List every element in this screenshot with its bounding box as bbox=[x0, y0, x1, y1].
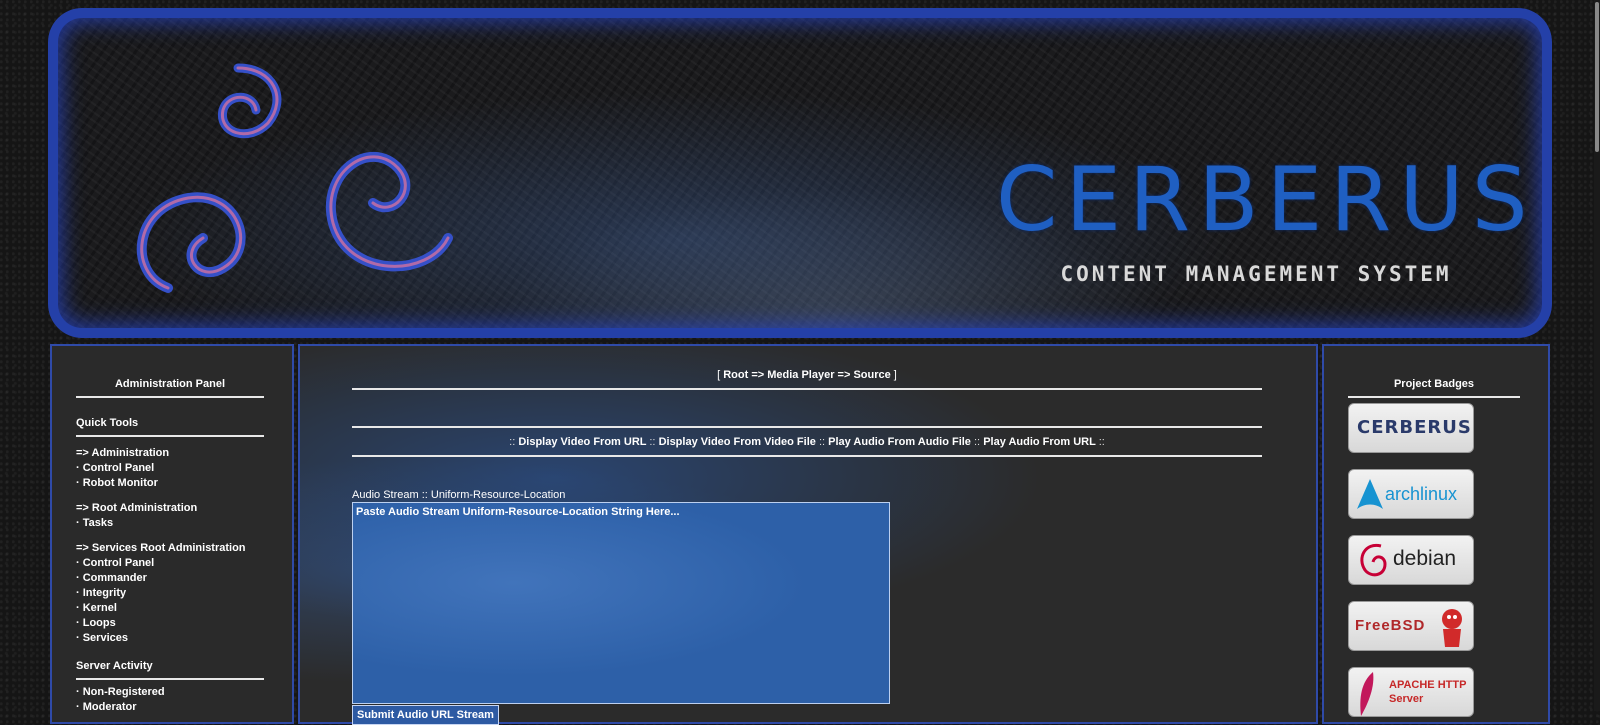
arch-logo-icon bbox=[1357, 479, 1383, 509]
main-content: [ Root => Media Player => Source ] :: Di… bbox=[298, 344, 1318, 725]
menu-services-root-administration[interactable]: => Services Root Administration bbox=[76, 541, 264, 556]
nav-display-video-file[interactable]: Display Video From Video File bbox=[659, 436, 816, 448]
admin-panel-title: Administration Panel bbox=[114, 378, 226, 390]
nav-display-video-url[interactable]: Display Video From URL bbox=[518, 436, 646, 448]
nav-play-audio-file[interactable]: Play Audio From Audio File bbox=[828, 436, 971, 448]
nav-separator: :: bbox=[509, 436, 516, 448]
breadcrumb: [ Root => Media Player => Source ] bbox=[352, 368, 1262, 382]
nav-separator: :: bbox=[1098, 436, 1105, 448]
menu-group-root-administration: => Root Administration · Tasks bbox=[76, 501, 264, 531]
debian-swirl-icon bbox=[1360, 543, 1387, 577]
logo-title: CERBERUS bbox=[996, 148, 1536, 251]
nav-play-audio-url[interactable]: Play Audio From URL bbox=[983, 436, 1095, 448]
menu-control-panel[interactable]: · Control Panel bbox=[76, 461, 264, 476]
server-activity-heading: Server Activity bbox=[76, 660, 153, 672]
menu-group-administration: => Administration · Control Panel · Robo… bbox=[76, 446, 264, 491]
page-scrollbar[interactable] bbox=[1594, 0, 1600, 711]
nav-separator: :: bbox=[974, 436, 981, 448]
activity-moderator: · Moderator bbox=[76, 701, 137, 713]
divider bbox=[76, 396, 264, 398]
badge-apache[interactable]: APACHE HTTP Server bbox=[1348, 667, 1474, 717]
audio-stream-label: Audio Stream :: Uniform-Resource-Locatio… bbox=[352, 489, 566, 501]
nav-separator: :: bbox=[818, 436, 826, 448]
project-badges-title: Project Badges bbox=[1393, 378, 1475, 390]
breadcrumb-close: ] bbox=[890, 369, 897, 381]
divider bbox=[352, 455, 1262, 457]
menu-kernel[interactable]: · Kernel bbox=[76, 601, 264, 616]
quick-tools-heading: Quick Tools bbox=[76, 417, 139, 429]
menu-integrity[interactable]: · Integrity bbox=[76, 586, 264, 601]
audio-url-input[interactable] bbox=[352, 502, 890, 704]
divider bbox=[352, 388, 1262, 390]
project-badges-sidebar: Project Badges CERBERUS archlinux debian… bbox=[1322, 344, 1550, 724]
bsd-daemon-icon bbox=[1442, 609, 1462, 647]
swirl-logo-icon bbox=[136, 63, 453, 293]
divider bbox=[352, 426, 1262, 428]
badge-debian[interactable]: debian bbox=[1348, 535, 1474, 585]
nav-separator: :: bbox=[649, 436, 656, 448]
menu-commander[interactable]: · Commander bbox=[76, 571, 264, 586]
logo-subtitle: CONTENT MANAGEMENT SYSTEM bbox=[1060, 262, 1452, 286]
divider bbox=[1348, 396, 1520, 398]
breadcrumb-path[interactable]: Root => Media Player => Source bbox=[723, 369, 891, 381]
menu-services[interactable]: · Services bbox=[76, 631, 264, 646]
activity-non-registered: · Non-Registered bbox=[76, 686, 165, 698]
submit-audio-url-button[interactable]: Submit Audio URL Stream bbox=[352, 705, 499, 725]
menu-robot-monitor[interactable]: · Robot Monitor bbox=[76, 476, 264, 491]
badge-archlinux[interactable]: archlinux bbox=[1348, 469, 1474, 519]
divider bbox=[76, 678, 264, 680]
menu-administration[interactable]: => Administration bbox=[76, 446, 264, 461]
apache-feather-icon bbox=[1360, 672, 1374, 716]
badge-freebsd[interactable]: FreeBSD bbox=[1348, 601, 1474, 651]
badge-cerberus[interactable]: CERBERUS bbox=[1348, 403, 1474, 453]
media-nav: :: Display Video From URL :: Display Vid… bbox=[352, 435, 1262, 449]
divider bbox=[76, 435, 264, 437]
menu-services-control-panel[interactable]: · Control Panel bbox=[76, 556, 264, 571]
site-banner: CERBERUS CONTENT MANAGEMENT SYSTEM bbox=[48, 8, 1552, 338]
menu-group-services-root: => Services Root Administration · Contro… bbox=[76, 541, 264, 646]
scrollbar-thumb[interactable] bbox=[1595, 2, 1599, 152]
menu-tasks[interactable]: · Tasks bbox=[76, 516, 264, 531]
menu-root-administration[interactable]: => Root Administration bbox=[76, 501, 264, 516]
menu-loops[interactable]: · Loops bbox=[76, 616, 264, 631]
administration-sidebar: Administration Panel Quick Tools => Admi… bbox=[50, 344, 294, 724]
